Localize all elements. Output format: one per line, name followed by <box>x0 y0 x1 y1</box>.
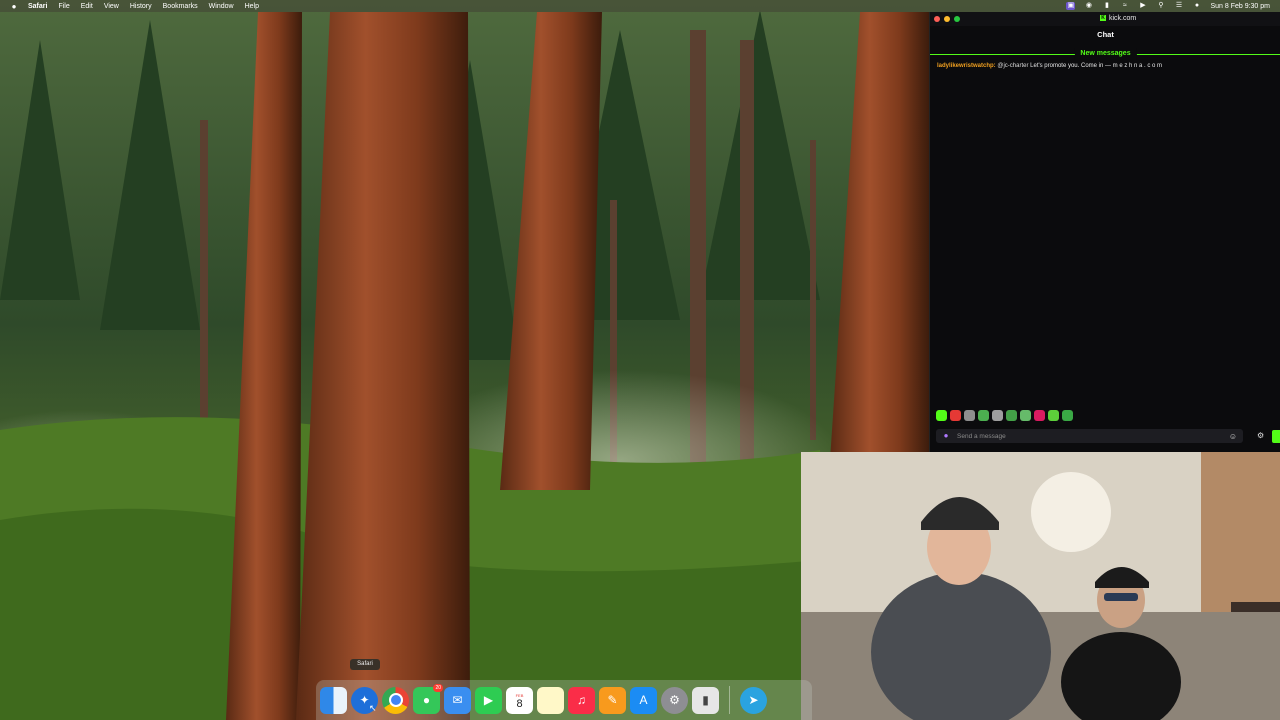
app-store-icon[interactable]: A <box>630 686 657 714</box>
menu-view[interactable]: View <box>104 3 119 10</box>
play-icon[interactable]: ▶ <box>1138 2 1147 10</box>
menubar-datetime[interactable]: Sun 8 Feb 9:30 pm <box>1210 3 1270 10</box>
user-icon[interactable]: ● <box>1192 2 1201 10</box>
mail-icon[interactable]: ✉ <box>444 686 471 714</box>
status-area: ▣ ◉ ▮ ≈ ▶ ⚲ ☰ ● Sun 8 Feb 9:30 pm <box>1066 2 1280 10</box>
finder-icon[interactable] <box>320 686 347 714</box>
emote-icon[interactable] <box>978 410 989 421</box>
facetime-icon[interactable]: ▶ <box>475 686 502 714</box>
chat-input-box: ● ☺ <box>936 429 1243 443</box>
menu-bookmarks[interactable]: Bookmarks <box>163 3 198 10</box>
chat-message-input[interactable] <box>955 431 1219 441</box>
emoji-picker-icon[interactable]: ☺ <box>1229 432 1237 441</box>
fullscreen-window-button[interactable] <box>954 16 960 22</box>
notes-icon[interactable] <box>537 686 564 714</box>
emote-icon[interactable] <box>1062 410 1073 421</box>
chat-username[interactable]: ladylikewristwatchp: <box>937 63 996 69</box>
chat-send-button[interactable] <box>1272 430 1280 443</box>
control-center-icon[interactable]: ☰ <box>1174 2 1183 10</box>
window-url-text: kick.com <box>1109 15 1137 22</box>
emote-icon[interactable] <box>1048 410 1059 421</box>
chat-message-text: Let's promote you. Come in — m e z h n a… <box>1030 63 1163 69</box>
extension-icon[interactable]: ◉ <box>1084 2 1093 10</box>
menu-file[interactable]: File <box>58 3 69 10</box>
music-icon[interactable]: ♫ <box>568 686 595 714</box>
sublime-icon[interactable]: ✎ <box>599 686 626 714</box>
messages-badge: 20 <box>433 683 443 692</box>
new-messages-label[interactable]: New messages <box>1074 48 1137 60</box>
calendar-icon[interactable]: FEB 8 <box>506 686 533 714</box>
battery-icon[interactable]: ▮ <box>1102 2 1111 10</box>
emote-icon[interactable] <box>1006 410 1017 421</box>
emote-icon[interactable] <box>1034 410 1045 421</box>
minimize-window-button[interactable] <box>944 16 950 22</box>
mouse-cursor-icon: ↖ <box>369 703 377 713</box>
messages-icon[interactable]: ● 20 <box>413 683 443 714</box>
chat-title: Chat <box>1097 30 1114 39</box>
emote-bar <box>936 410 1073 421</box>
close-window-button[interactable] <box>934 16 940 22</box>
emote-icon[interactable] <box>964 410 975 421</box>
files-icon[interactable]: ▮ <box>692 686 719 714</box>
menu-bar: ● Safari File Edit View History Bookmark… <box>0 0 1280 12</box>
wifi-icon[interactable]: ≈ <box>1120 2 1129 10</box>
emote-icon[interactable] <box>936 410 947 421</box>
menu-app-name[interactable]: Safari <box>28 3 47 10</box>
emote-icon[interactable] <box>1020 410 1031 421</box>
menu-history[interactable]: History <box>130 3 152 10</box>
search-icon[interactable]: ⚲ <box>1156 2 1165 10</box>
mic-icon[interactable]: ● <box>942 432 950 440</box>
dock-separator <box>729 686 730 714</box>
chat-settings-icon[interactable]: ⚙ <box>1257 431 1264 440</box>
menu-edit[interactable]: Edit <box>81 3 93 10</box>
screen-record-icon[interactable]: ▣ <box>1066 2 1076 10</box>
window-titlebar: Kkick.com <box>930 12 1280 26</box>
kick-logo-icon: K <box>1100 15 1106 22</box>
calendar-day: 8 <box>516 698 523 710</box>
webcam-overlay <box>801 452 1280 720</box>
new-messages-divider[interactable]: New messages <box>930 48 1280 60</box>
chat-mention[interactable]: @jc-charter <box>997 63 1028 69</box>
chrome-icon[interactable] <box>382 686 409 714</box>
menu-help[interactable]: Help <box>245 3 259 10</box>
system-settings-icon[interactable]: ⚙ <box>661 686 688 714</box>
dock: ✦ ● 20 ✉ ▶ FEB 8 ♫ ✎ A ⚙ ▮ ➤ <box>316 680 812 720</box>
telegram-icon[interactable]: ➤ <box>740 686 767 714</box>
chat-window: Kkick.com Chat New messages ladylikewris… <box>929 12 1280 452</box>
window-url: Kkick.com <box>1100 15 1136 22</box>
emote-icon[interactable] <box>950 410 961 421</box>
menu-window[interactable]: Window <box>209 3 234 10</box>
apple-menu-icon[interactable]: ● <box>8 2 20 11</box>
dock-tooltip: Safari <box>350 659 380 670</box>
chat-message: ladylikewristwatchp: @jc-charter Let's p… <box>937 63 1280 69</box>
emote-icon[interactable] <box>992 410 1003 421</box>
